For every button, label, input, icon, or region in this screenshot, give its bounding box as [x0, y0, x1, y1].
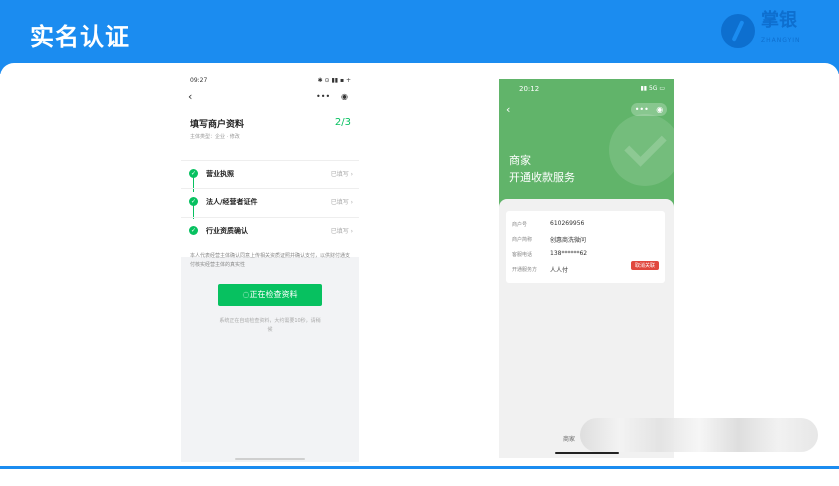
- home-indicator: [555, 452, 619, 454]
- status-icons: ▮▮ 5G ▭: [640, 85, 665, 92]
- payment-service-screenshot: 20:12 ▮▮ 5G ▭ ‹ ••• ◉ 商家 开通收款服务 商户号 6102…: [499, 79, 674, 458]
- step-label: 法人/经营者证件: [206, 198, 258, 206]
- entity-type[interactable]: 主体类型：企业 · 修改: [190, 133, 240, 140]
- status-time: 09:27: [190, 77, 208, 84]
- check-icon: ✓: [189, 169, 198, 178]
- step-indicator: 2/3: [334, 117, 351, 128]
- step-row-id[interactable]: ✓ 法人/经营者证件 已填写 ›: [181, 188, 359, 214]
- logo-subtitle: ZHANGYIN: [761, 37, 801, 44]
- mini-program-capsule[interactable]: ••• ◉: [631, 103, 667, 116]
- more-icon[interactable]: •••: [316, 92, 330, 101]
- slide-title: 实名认证: [30, 23, 130, 51]
- step-status: 已填写 ›: [330, 228, 353, 235]
- logo-icon: [721, 14, 755, 48]
- close-target-icon[interactable]: ◉: [656, 105, 663, 114]
- info-value: 创惠商洗微问: [550, 237, 587, 244]
- tab-merchant[interactable]: 商家: [563, 434, 575, 443]
- bottom-accent-line: [0, 466, 839, 469]
- unlink-button[interactable]: 取消关联: [630, 261, 659, 270]
- form-title: 填写商户资料: [190, 120, 245, 130]
- info-label: 客服电话: [512, 252, 533, 258]
- check-icon: ✓: [189, 226, 198, 235]
- step-status: 已填写 ›: [330, 199, 353, 206]
- check-icon: ✓: [189, 197, 198, 206]
- merchant-info-card: 商户号 610269956 商户简称 创惠商洗微问 客服电话 138******…: [506, 211, 665, 283]
- checking-hint: 系统正在自动检查资料，大约需要10秒，请稍候: [219, 318, 321, 333]
- logo-name: 掌银: [761, 10, 797, 31]
- blurred-region: [580, 418, 818, 452]
- status-icons: ✱ ⊙ ▮▮ ▪ +: [317, 77, 351, 84]
- back-icon[interactable]: ‹: [188, 90, 192, 103]
- info-label: 开通服务方: [512, 267, 538, 273]
- step-row-qualification[interactable]: ✓ 行业资质确认 已填写 ›: [181, 217, 359, 243]
- info-label: 商户简称: [512, 237, 533, 243]
- info-value: 610269956: [550, 220, 585, 227]
- more-icon[interactable]: •••: [635, 105, 649, 114]
- step-row-license[interactable]: ✓ 营业执照 已填写 ›: [181, 160, 359, 186]
- header-title: 商家: [509, 154, 531, 167]
- form-panel: 09:27 ✱ ⊙ ▮▮ ▪ + ‹ ••• ◉ 填写商户资料 2/3 主体类型…: [181, 72, 359, 257]
- info-label: 商户号: [512, 222, 528, 228]
- brand-logo: 掌银 ZHANGYIN: [721, 12, 801, 50]
- info-value: 人人付: [550, 267, 569, 274]
- step-label: 营业执照: [206, 170, 234, 178]
- merchant-form-screenshot: 09:27 ✱ ⊙ ▮▮ ▪ + ‹ ••• ◉ 填写商户资料 2/3 主体类型…: [181, 72, 359, 462]
- mini-program-capsule[interactable]: ••• ◉: [313, 90, 351, 103]
- content-card: [0, 63, 839, 471]
- checking-button[interactable]: ◌正在检查资料: [218, 284, 322, 306]
- info-value: 138******62: [550, 250, 588, 257]
- step-status: 已填写 ›: [330, 171, 353, 178]
- step-label: 行业资质确认: [206, 227, 248, 235]
- close-target-icon[interactable]: ◉: [341, 92, 348, 101]
- back-icon[interactable]: ‹: [506, 103, 510, 116]
- home-indicator: [235, 458, 305, 460]
- header-subtitle: 开通收款服务: [509, 171, 575, 184]
- checking-button-label: 正在检查资料: [249, 290, 298, 299]
- status-time: 20:12: [519, 85, 540, 93]
- consent-notice: 本人代表经营主体确认同意上传相关资质证照并确认支付，以供财付通支付核实经营主体的…: [190, 253, 351, 268]
- wechat-pay-watermark-icon: [609, 114, 674, 186]
